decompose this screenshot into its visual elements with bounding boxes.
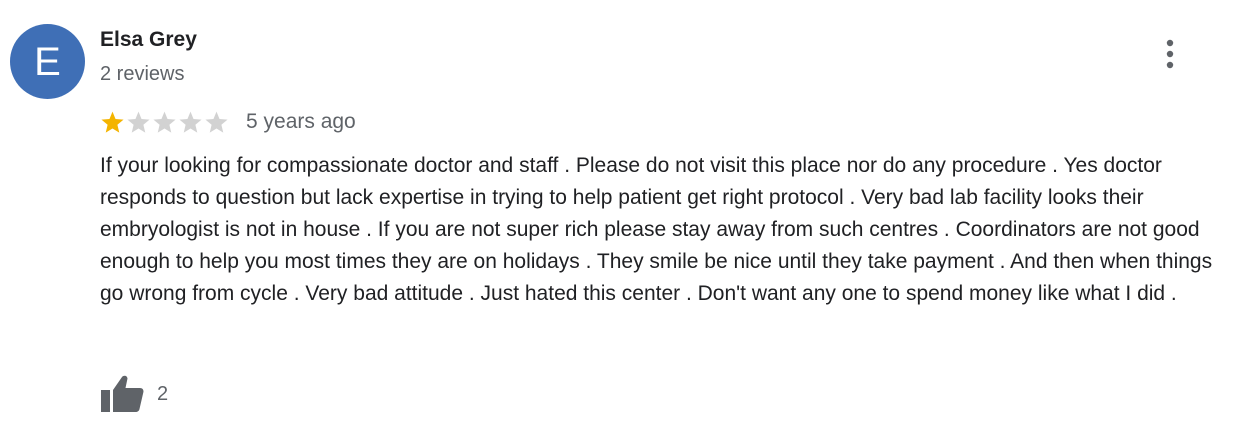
like-count: 2 [157,382,169,405]
more-vert-icon [1166,39,1174,69]
review-text: If your looking for compassionate doctor… [100,154,1213,305]
star-empty-icon [153,111,176,133]
avatar[interactable]: E [10,24,85,99]
avatar-letter: E [34,39,61,84]
star-empty-icon [205,111,228,133]
star-rating [100,110,230,135]
star-empty-icon [179,111,202,133]
reviewer-review-count[interactable]: 2 reviews [100,63,184,86]
more-options-button[interactable] [1150,32,1190,76]
star-empty-icon [127,111,150,133]
star-filled-icon [101,111,124,133]
review-date: 5 years ago [246,110,356,133]
review-card: E Elsa Grey 2 reviews 5 years ago If you… [0,0,1237,430]
author-name[interactable]: Elsa Grey [100,28,197,52]
like-row: 2 [100,374,168,414]
thumb-up-icon[interactable] [100,375,144,413]
rating-row: 5 years ago [100,106,356,138]
